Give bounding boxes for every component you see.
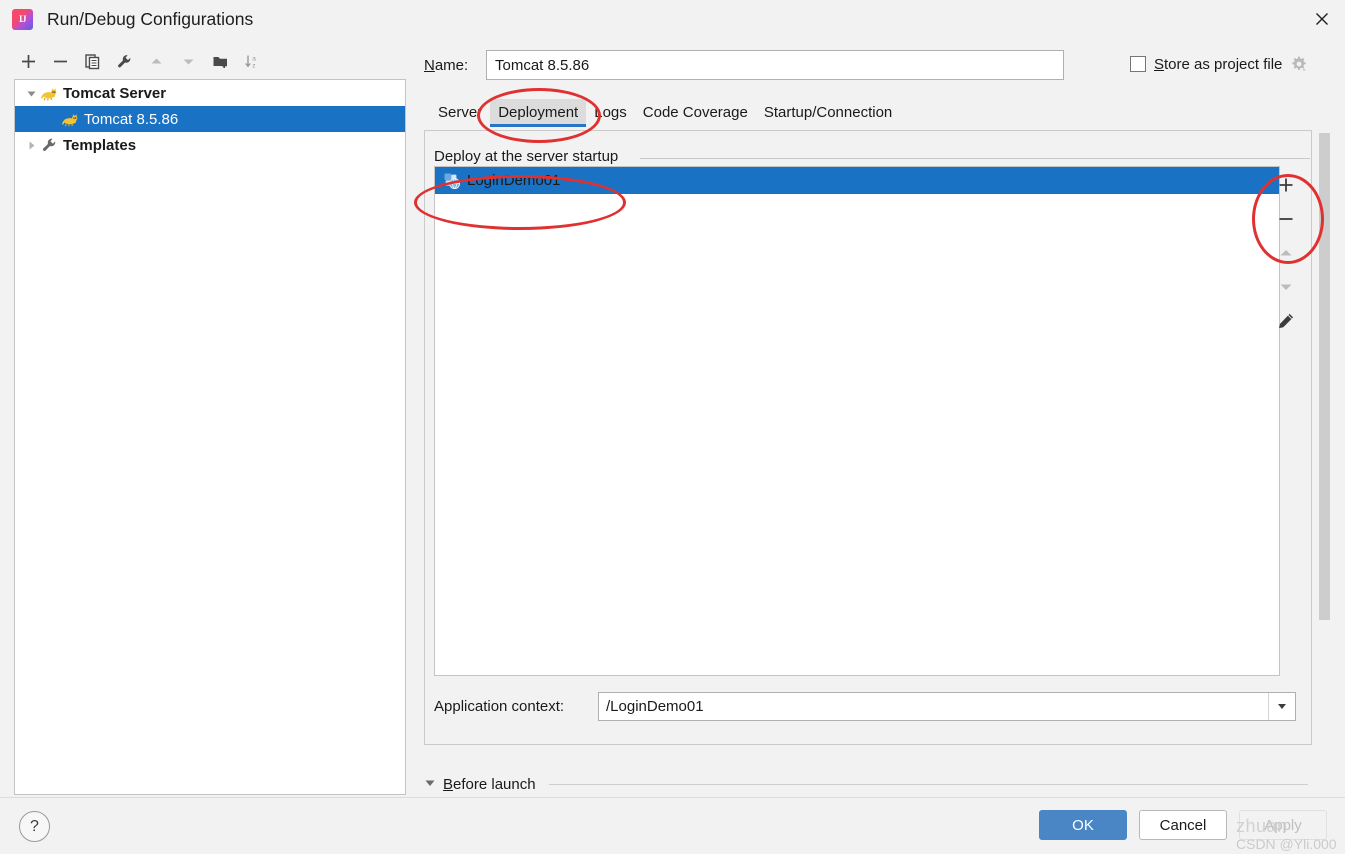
wrench-icon xyxy=(40,137,58,154)
artifact-list-buttons xyxy=(1270,170,1302,336)
tree-node-label: Tomcat Server xyxy=(63,85,166,102)
chevron-right-icon[interactable] xyxy=(23,137,40,154)
tomcat-icon xyxy=(61,111,79,128)
edit-templates-button[interactable] xyxy=(110,47,139,76)
before-launch-label: Before launch xyxy=(443,776,536,793)
close-icon[interactable] xyxy=(1299,0,1345,38)
tab-server[interactable]: Server xyxy=(430,99,490,125)
move-artifact-down-button[interactable] xyxy=(1271,272,1301,302)
tab-startup-connection[interactable]: Startup/Connection xyxy=(756,99,900,125)
configurations-toolbar: a z xyxy=(14,44,406,78)
tree-node-tomcat-8-5-86[interactable]: Tomcat 8.5.86 xyxy=(15,106,405,132)
before-launch-section[interactable]: Before launch xyxy=(424,772,1324,796)
apply-button: Apply xyxy=(1239,810,1327,840)
tab-label: Startup/Connection xyxy=(764,104,892,121)
group-separator-line xyxy=(640,158,1310,159)
move-up-button[interactable] xyxy=(142,47,171,76)
remove-artifact-button[interactable] xyxy=(1271,204,1301,234)
application-context-row: Application context: xyxy=(434,691,1296,721)
tab-label: Code Coverage xyxy=(643,104,748,121)
intellij-idea-icon xyxy=(12,9,33,30)
edit-artifact-button[interactable] xyxy=(1271,306,1301,336)
name-input[interactable] xyxy=(486,50,1064,80)
chevron-down-icon[interactable] xyxy=(1268,693,1295,720)
configurations-tree[interactable]: Tomcat Server Tomcat 8.5.86 Temp xyxy=(14,79,406,795)
move-artifact-up-button[interactable] xyxy=(1271,238,1301,268)
dialog-buttons: OK Cancel Apply xyxy=(1039,810,1327,840)
tab-label: Deployment xyxy=(498,104,578,121)
tab-code-coverage[interactable]: Code Coverage xyxy=(635,99,756,125)
application-context-label: Application context: xyxy=(434,698,598,715)
store-as-project-file-row: Store as project file xyxy=(1130,55,1308,73)
footer-separator xyxy=(0,797,1345,798)
svg-text:z: z xyxy=(252,62,255,69)
store-as-project-file-checkbox[interactable] xyxy=(1130,56,1146,72)
tree-node-tomcat-server[interactable]: Tomcat Server xyxy=(15,80,405,106)
tomcat-icon xyxy=(40,85,58,102)
add-configuration-button[interactable] xyxy=(14,47,43,76)
chevron-down-icon[interactable] xyxy=(424,776,436,793)
svg-text:a: a xyxy=(252,55,256,62)
tree-node-label: Templates xyxy=(63,137,136,154)
new-folder-button[interactable] xyxy=(206,47,235,76)
title-bar: Run/Debug Configurations xyxy=(0,0,1345,38)
tab-label: Server xyxy=(438,104,482,121)
panel-scrollbar-thumb[interactable] xyxy=(1319,133,1330,620)
window-title: Run/Debug Configurations xyxy=(47,9,253,30)
ok-button[interactable]: OK xyxy=(1039,810,1127,840)
configuration-tabs: Server Deployment Logs Code Coverage Sta… xyxy=(430,99,900,127)
remove-configuration-button[interactable] xyxy=(46,47,75,76)
list-item[interactable]: LoginDemo01 xyxy=(435,167,1279,194)
tree-node-templates[interactable]: Templates xyxy=(15,132,405,158)
application-context-input[interactable] xyxy=(599,693,1268,720)
deploy-at-server-startup-label: Deploy at the server startup xyxy=(434,148,626,165)
gear-icon[interactable] xyxy=(1290,55,1308,73)
copy-configuration-button[interactable] xyxy=(78,47,107,76)
list-item-label: LoginDemo01 xyxy=(467,172,560,189)
application-context-field[interactable] xyxy=(598,692,1296,721)
add-artifact-button[interactable] xyxy=(1271,170,1301,200)
tab-label: Logs xyxy=(594,104,627,121)
name-label: Name: xyxy=(424,57,486,74)
before-launch-separator xyxy=(549,784,1308,785)
help-button[interactable]: ? xyxy=(19,811,50,842)
sort-configurations-button[interactable]: a z xyxy=(238,47,267,76)
deployment-artifacts-list[interactable]: LoginDemo01 xyxy=(434,166,1280,676)
move-down-button[interactable] xyxy=(174,47,203,76)
store-as-project-file-label[interactable]: Store as project file xyxy=(1154,56,1282,73)
tab-deployment[interactable]: Deployment xyxy=(490,99,586,125)
chevron-down-icon[interactable] xyxy=(23,85,40,102)
tree-node-label: Tomcat 8.5.86 xyxy=(84,111,178,128)
cancel-button[interactable]: Cancel xyxy=(1139,810,1227,840)
tab-logs[interactable]: Logs xyxy=(586,99,635,125)
artifact-icon xyxy=(443,172,461,190)
